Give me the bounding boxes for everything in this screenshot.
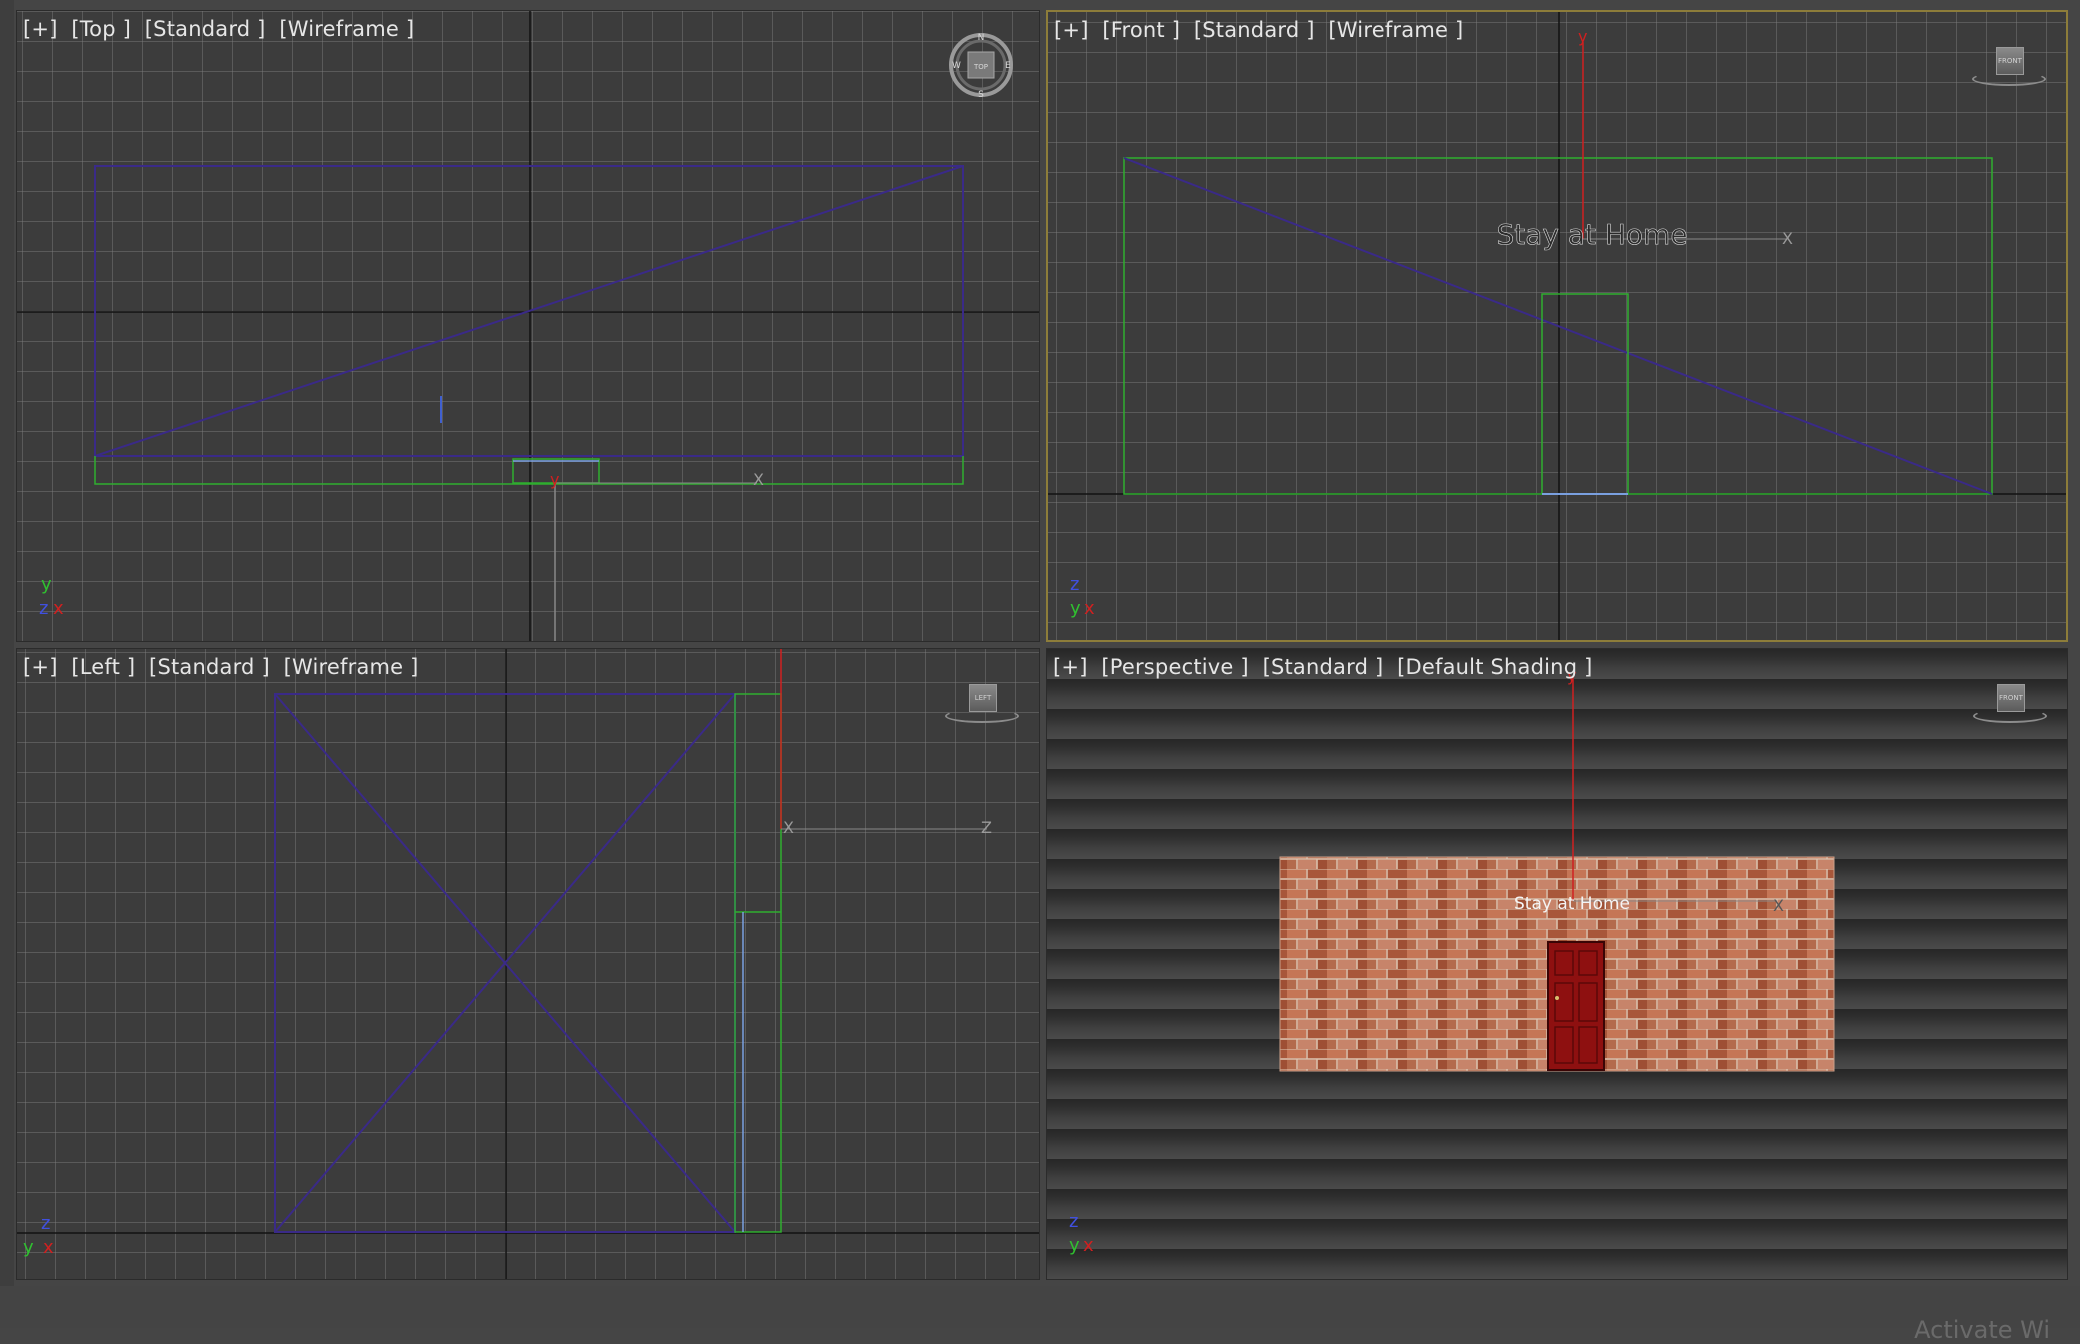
front-gizmo-x: X [1782,229,1793,248]
status-bar [0,1286,2080,1328]
viewcube-front[interactable]: FRONT [1996,47,2024,75]
svg-text:S: S [978,90,984,97]
svg-text:y: y [1069,1235,1080,1256]
viewport-left[interactable]: [+] [Left ] [Standard ] [Wireframe ] X Z… [16,648,1040,1280]
stay-at-home-text-front: Stay at Home [1496,218,1687,251]
stay-at-home-text-perspective: Stay at Home [1514,894,1630,914]
left-gizmo-z: Z [981,818,992,837]
svg-text:x: x [1083,1235,1094,1256]
svg-text:z: z [39,598,48,619]
svg-text:x: x [43,1237,54,1258]
viewport-perspective-scene: y X Stay at Home z y x [1069,666,1835,1256]
viewport-front-label[interactable]: [+] [Front ] [Standard ] [Wireframe ] [1054,18,1463,42]
svg-text:x: x [1084,598,1095,619]
viewcube-ring-perspective [1973,709,2047,723]
top-gizmo-x: X [753,470,764,489]
viewport-left-scene: X Z z y x [17,649,1039,1279]
svg-text:z: z [1070,574,1079,595]
svg-text:y: y [1070,598,1081,619]
red-door [1547,941,1605,1071]
svg-text:z: z [41,1213,50,1234]
svg-text:W: W [952,61,961,71]
viewcube-compass-top[interactable]: TOP N S W E [949,33,1013,100]
viewcube-left[interactable]: LEFT [969,684,997,712]
activate-windows-watermark: Activate Wi [1914,1316,2050,1344]
viewport-left-label[interactable]: [+] [Left ] [Standard ] [Wireframe ] [23,655,419,679]
svg-text:E: E [1005,61,1011,71]
left-gizmo-x: X [783,818,794,837]
viewport-perspective-label[interactable]: [+] [Perspective ] [Standard ] [Default … [1053,655,1593,679]
viewport-perspective[interactable]: [+] [Perspective ] [Standard ] [Default … [1046,648,2068,1280]
viewport-top-scene: y X y z x [17,11,1039,641]
viewport-front-scene: y X Stay at Home z y x [1048,12,2066,640]
persp-gizmo-x: X [1773,896,1784,915]
svg-text:TOP: TOP [973,63,988,71]
top-gizmo-y: y [550,470,559,489]
viewcube-ring-left [945,709,1019,723]
left-toolbar-strip [0,0,14,1328]
svg-text:z: z [1069,1211,1078,1232]
viewcube-perspective[interactable]: FRONT [1997,684,2025,712]
svg-text:N: N [978,33,985,43]
viewport-top-label[interactable]: [+] [Top ] [Standard ] [Wireframe ] [23,17,414,41]
viewport-front[interactable]: [+] [Front ] [Standard ] [Wireframe ] y … [1046,10,2068,642]
viewport-top[interactable]: [+] [Top ] [Standard ] [Wireframe ] y X … [16,10,1040,642]
svg-text:x: x [53,598,64,619]
viewcube-ring-front [1972,72,2046,86]
svg-text:y: y [41,574,52,595]
front-gizmo-y: y [1578,27,1587,46]
svg-text:y: y [23,1237,34,1258]
